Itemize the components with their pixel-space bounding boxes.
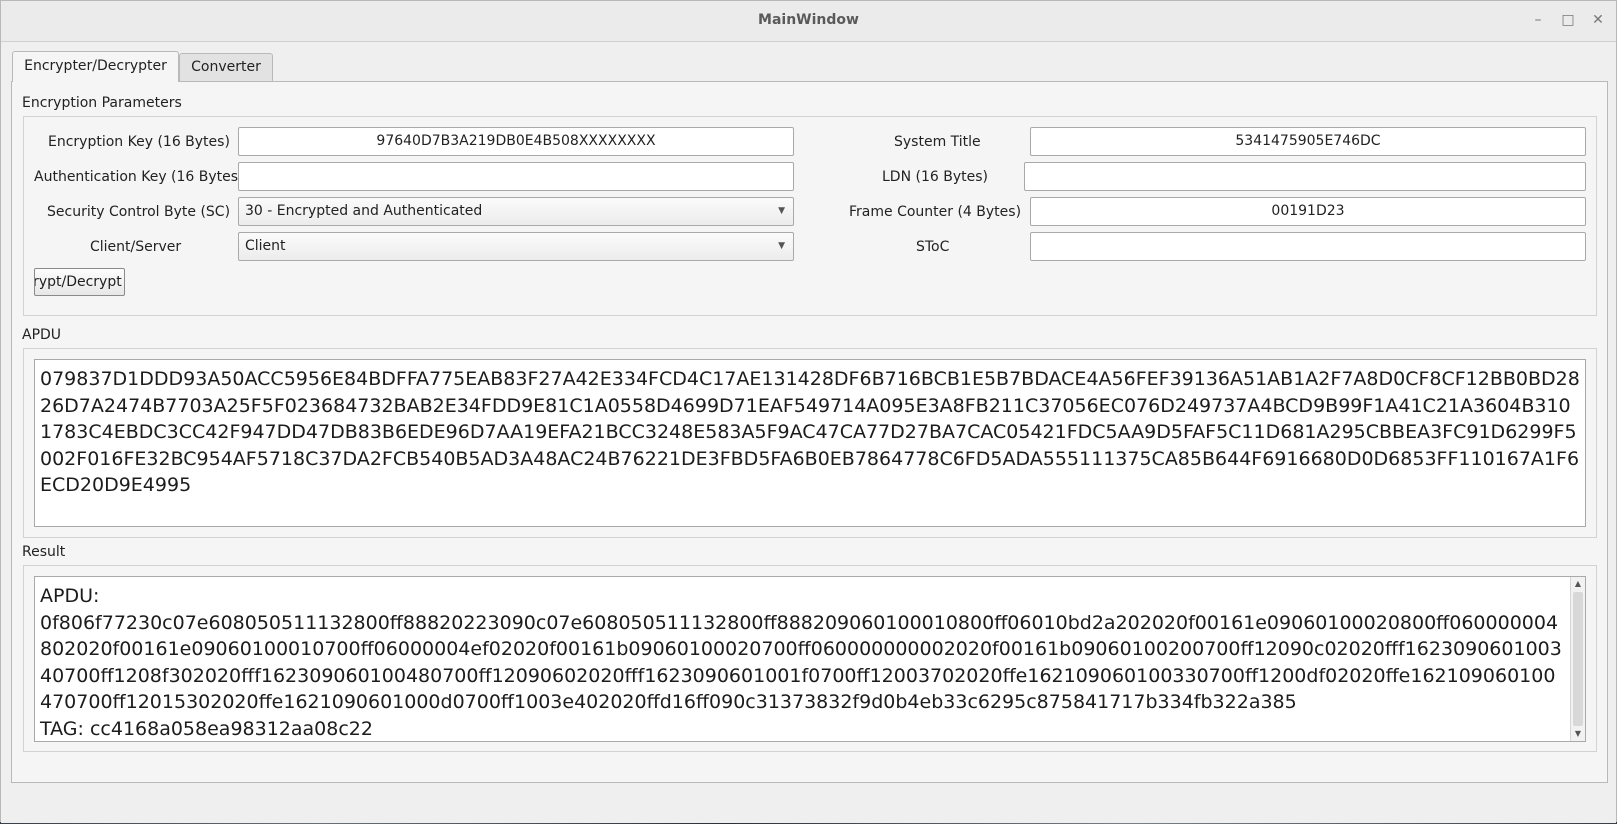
maximize-icon[interactable]: □ — [1559, 11, 1577, 29]
chevron-down-icon: ▼ — [778, 241, 785, 251]
security-control-byte-label: Security Control Byte (SC) — [47, 204, 231, 220]
window-bottom-area — [1, 783, 1616, 823]
stoc-label: SToC — [916, 239, 950, 255]
main-window: MainWindow – □ ✕ Encrypter/Decrypter Con… — [0, 0, 1617, 823]
ldn-field[interactable] — [1024, 162, 1586, 191]
result-scrollbar[interactable]: ▲ ▼ — [1570, 577, 1585, 741]
title-bar[interactable]: MainWindow – □ ✕ — [1, 1, 1616, 42]
scrollbar-thumb[interactable] — [1573, 592, 1583, 726]
frame-counter-field[interactable]: 00191D23 — [1030, 197, 1586, 226]
crypt-decrypt-button[interactable]: Crypt/Decrypt — [34, 268, 125, 296]
chevron-down-icon: ▼ — [778, 206, 785, 216]
stoc-field[interactable] — [1030, 232, 1586, 261]
client-server-select[interactable]: Client ▼ — [238, 232, 794, 261]
encryption-key-field[interactable]: 97640D7B3A219DB0E4B508XXXXXXXX — [238, 127, 794, 156]
apdu-label: APDU — [22, 327, 62, 343]
client-server-value: Client — [245, 238, 286, 254]
apdu-textarea[interactable]: 079837D1DDD93A50ACC5956E84BDFFA775EAB83F… — [34, 359, 1586, 527]
system-title-field[interactable]: 5341475905E746DC — [1030, 127, 1586, 156]
crypt-decrypt-button-label: Crypt/Decrypt — [34, 274, 122, 290]
result-apdu-value: 0f806f77230c07e608050511132800ff88820223… — [40, 611, 1562, 714]
tab-converter[interactable]: Converter — [179, 53, 273, 81]
encryption-parameters-label: Encryption Parameters — [22, 95, 182, 111]
close-icon[interactable]: ✕ — [1589, 11, 1607, 29]
scroll-up-icon[interactable]: ▲ — [1571, 577, 1585, 591]
scroll-down-icon[interactable]: ▼ — [1571, 727, 1585, 741]
security-control-byte-value: 30 - Encrypted and Authenticated — [245, 203, 483, 219]
authentication-key-label: Authentication Key (16 Bytes) — [34, 169, 244, 185]
tab-encrypter-decrypter[interactable]: Encrypter/Decrypter — [12, 51, 179, 82]
result-tag-line: TAG: cc4168a058ea98312aa08c22 — [40, 717, 373, 740]
minimize-icon[interactable]: – — [1529, 11, 1547, 29]
system-title-label: System Title — [894, 134, 981, 150]
encryption-key-label: Encryption Key (16 Bytes) — [48, 134, 230, 150]
result-apdu-heading: APDU: — [40, 585, 100, 607]
tab-pane: Encryption Parameters Encryption Key (16… — [11, 81, 1608, 783]
ldn-label: LDN (16 Bytes) — [882, 169, 988, 185]
result-textarea[interactable]: APDU: 0f806f77230c07e608050511132800ff88… — [34, 576, 1586, 742]
window-title: MainWindow — [758, 12, 859, 28]
security-control-byte-select[interactable]: 30 - Encrypted and Authenticated ▼ — [238, 197, 794, 226]
client-server-label: Client/Server — [90, 239, 182, 255]
authentication-key-field[interactable] — [238, 162, 794, 191]
result-label: Result — [22, 544, 66, 560]
frame-counter-label: Frame Counter (4 Bytes) — [849, 204, 1022, 220]
